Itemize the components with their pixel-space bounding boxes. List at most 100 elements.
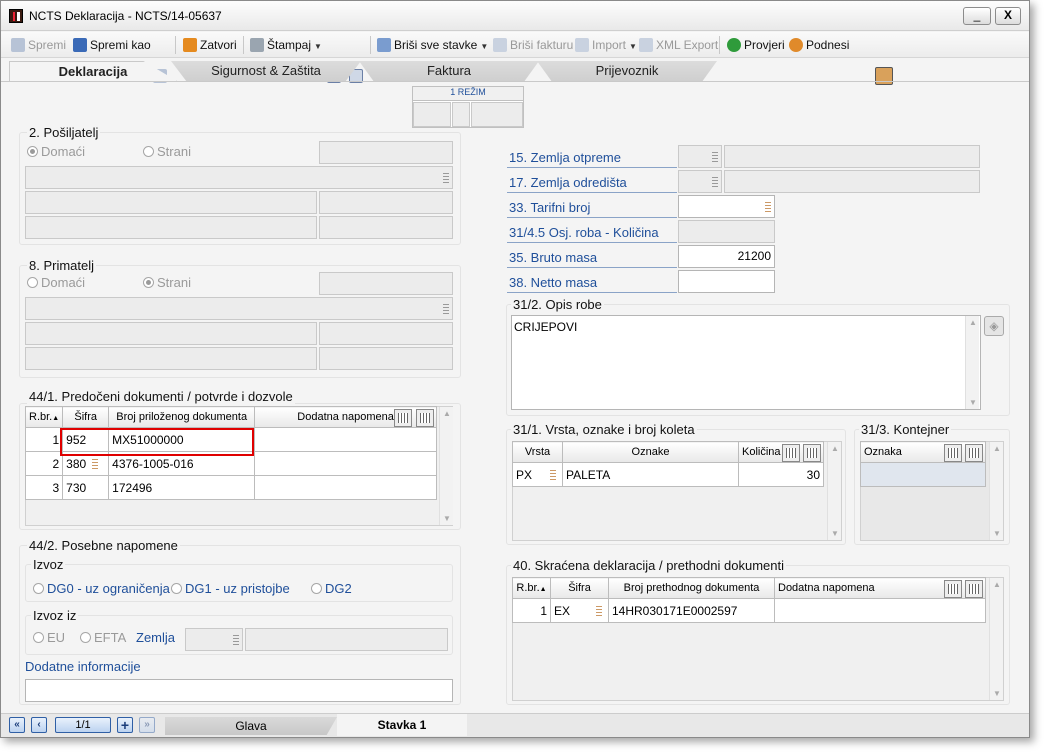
primatelj-strani-radio[interactable]: Strani xyxy=(143,275,191,290)
posiljatelj-address-field[interactable] xyxy=(25,191,317,214)
table-row[interactable]: 3 730 172496 xyxy=(24,475,437,500)
toolbar: Spremi Spremi kao Zatvori Štampaj ▼ Briši… xyxy=(1,32,1029,85)
delete-row-icon[interactable] xyxy=(803,444,821,462)
dokumenti-title: 44/1. Predočeni dokumenti / potvrde i do… xyxy=(27,389,295,404)
user-icon[interactable] xyxy=(875,67,893,85)
dg2-radio[interactable]: DG2 xyxy=(311,581,352,596)
tab-faktura[interactable]: Faktura xyxy=(359,61,539,81)
dg1-radio[interactable]: DG1 - uz pristojbe xyxy=(171,581,290,596)
verify-button[interactable]: Provjeri xyxy=(727,36,785,54)
posiljatelj-strani-radio[interactable]: Strani xyxy=(143,144,191,159)
eu-radio[interactable]: EU xyxy=(33,630,65,645)
netto-masa-field[interactable] xyxy=(678,270,775,293)
delete-row-icon[interactable] xyxy=(416,409,434,427)
opis-title: 31/2. Opis robe xyxy=(511,297,604,312)
save-button[interactable]: Spremi xyxy=(11,36,66,54)
zemlja-odredista-code[interactable] xyxy=(678,170,722,193)
delete-all-items-button[interactable]: Briši sve stavke ▼ xyxy=(377,36,488,54)
minimize-button[interactable]: _ xyxy=(963,7,991,25)
tab-stavka[interactable]: Stavka 1 xyxy=(337,714,467,736)
kontejner-title: 31/3. Kontejner xyxy=(859,422,952,437)
next-page-icon[interactable]: » xyxy=(139,717,155,733)
col-sifra[interactable]: Šifra xyxy=(550,577,609,599)
posiljatelj-name-field[interactable] xyxy=(25,166,453,189)
efta-radio[interactable]: EFTA xyxy=(80,630,126,645)
posiljatelj-country-field[interactable] xyxy=(319,216,453,239)
add-row-icon[interactable] xyxy=(944,580,962,598)
app-icon xyxy=(9,9,23,23)
import-button[interactable]: Import ▼ xyxy=(575,36,637,54)
primatelj-address-field[interactable] xyxy=(25,322,317,345)
dg0-radio[interactable]: DG0 - uz ograničenja xyxy=(33,581,170,596)
col-rbr[interactable]: R.br.▲ xyxy=(512,577,551,599)
window-title: NCTS Deklaracija - NCTS/14-05637 xyxy=(29,9,222,23)
tag-icon[interactable]: ◈ xyxy=(984,316,1004,336)
add-row-icon[interactable] xyxy=(394,409,412,427)
posiljatelj-city-field[interactable] xyxy=(25,216,317,239)
primatelj-name-field[interactable] xyxy=(25,297,453,320)
col-vrsta[interactable]: Vrsta xyxy=(512,441,563,463)
opis-scrollbar[interactable]: ▲ ▼ xyxy=(965,316,979,409)
zemlja-otpreme-code[interactable] xyxy=(678,145,722,168)
col-oznake[interactable]: Oznake xyxy=(562,441,739,463)
zemlja-odredista-name[interactable] xyxy=(724,170,980,193)
bruto-masa-field[interactable]: 21200 xyxy=(678,245,775,268)
posiljatelj-id-field[interactable] xyxy=(319,141,453,164)
tarifni-broj-field[interactable] xyxy=(678,195,775,218)
page-indicator[interactable]: 1/1 xyxy=(55,717,111,733)
col-broj[interactable]: Broj priloženog dokumenta xyxy=(108,406,256,428)
posiljatelj-domaci-radio[interactable]: Domaći xyxy=(27,144,85,159)
rezim-field-1[interactable] xyxy=(413,102,451,127)
print-button[interactable]: Štampaj ▼ xyxy=(250,36,322,54)
prev-page-icon[interactable]: ‹ xyxy=(31,717,47,733)
zemlja-code-field[interactable] xyxy=(185,628,243,651)
rezim-field-3[interactable] xyxy=(471,102,523,127)
opis-textarea[interactable]: CRIJEPOVI xyxy=(511,315,981,410)
dodatne-informacije-field[interactable] xyxy=(25,679,453,702)
primatelj-city-field[interactable] xyxy=(25,347,317,370)
add-row-icon[interactable] xyxy=(782,444,800,462)
tab-deklaracija[interactable]: Deklaracija xyxy=(9,61,177,81)
zemlja-name-field[interactable] xyxy=(245,628,448,651)
delete-invoice-button[interactable]: Briši fakturu xyxy=(493,36,573,54)
table-row[interactable]: 1 EX 14HR030171E0002597 xyxy=(512,598,986,623)
delete-row-icon[interactable] xyxy=(965,580,983,598)
tab-prijevoznik[interactable]: Prijevoznik xyxy=(537,61,717,81)
posiljatelj-address2-field[interactable] xyxy=(319,191,453,214)
import-icon xyxy=(575,38,589,52)
tab-glava[interactable]: Glava xyxy=(165,717,337,735)
xml-export-button[interactable]: XML Export xyxy=(639,36,718,54)
close-document-button[interactable]: Zatvori xyxy=(183,36,237,54)
table-row[interactable] xyxy=(860,462,986,487)
col-sifra[interactable]: Šifra xyxy=(62,406,110,428)
netto-masa-label: 38. Netto masa xyxy=(509,275,598,290)
tab-sigurnost[interactable]: Sigurnost & Zaštita xyxy=(171,61,361,81)
col-broj-prethodnog[interactable]: Broj prethodnog dokumenta xyxy=(608,577,775,599)
koleta-scrollbar[interactable]: ▲ ▼ xyxy=(827,442,841,540)
primatelj-domaci-radio[interactable]: Domaći xyxy=(27,275,85,290)
zemlja-otpreme-label: 15. Zemlja otpreme xyxy=(509,150,621,165)
add-row-icon[interactable] xyxy=(944,444,962,462)
col-rbr[interactable]: R.br.▲ xyxy=(24,406,64,428)
submit-button[interactable]: Podnesi xyxy=(789,36,849,54)
delete-row-icon[interactable] xyxy=(965,444,983,462)
zemlja-otpreme-name[interactable] xyxy=(724,145,980,168)
kontejner-scrollbar[interactable]: ▲ ▼ xyxy=(989,442,1003,540)
save-as-button[interactable]: Spremi kao xyxy=(73,36,151,54)
napomene-title: 44/2. Posebne napomene xyxy=(27,538,180,553)
dokumenti-scrollbar[interactable]: ▲ ▼ xyxy=(439,407,453,525)
close-button[interactable]: X xyxy=(995,7,1021,25)
close-icon xyxy=(183,38,197,52)
zemlja-label: Zemlja xyxy=(136,630,176,645)
osj-roba-field[interactable] xyxy=(678,220,775,243)
first-page-icon[interactable]: « xyxy=(9,717,25,733)
koleta-title: 31/1. Vrsta, oznake i broj koleta xyxy=(511,422,697,437)
prethodni-scrollbar[interactable]: ▲ ▼ xyxy=(989,578,1003,700)
primatelj-country-field[interactable] xyxy=(319,347,453,370)
primatelj-id-field[interactable] xyxy=(319,272,453,295)
printer-icon xyxy=(250,38,264,52)
table-row[interactable]: PX PALETA 30 xyxy=(512,462,824,487)
add-page-icon[interactable]: + xyxy=(117,717,133,733)
primatelj-address2-field[interactable] xyxy=(319,322,453,345)
rezim-field-2[interactable] xyxy=(452,102,470,127)
